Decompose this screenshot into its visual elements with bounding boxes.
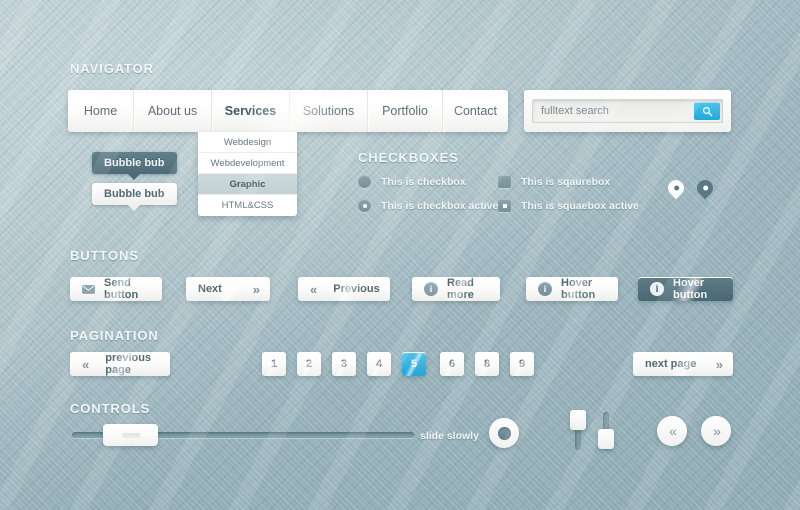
page-button-1[interactable]: 1 <box>262 352 286 376</box>
send-button[interactable]: Send button <box>70 277 162 301</box>
checkbox-dot-icon <box>502 203 507 208</box>
bubble-label: Bubble bub <box>104 188 165 200</box>
page-button-8[interactable]: 8 <box>475 352 499 376</box>
bubble-label: Bubble bub <box>104 157 165 169</box>
nav-item-services[interactable]: Services <box>212 90 290 132</box>
button-label: next page <box>645 358 697 370</box>
next-button[interactable]: Next » <box>186 277 270 301</box>
envelope-icon <box>82 284 95 294</box>
nav-item-label: Home <box>83 104 118 118</box>
nav-item-home[interactable]: Home <box>68 90 134 132</box>
knob-inner <box>497 426 511 440</box>
ui-kit-canvas: NAVIGATOR Home About us Services Solutio… <box>0 0 800 510</box>
button-label: Previous <box>333 283 380 295</box>
info-icon: i <box>650 282 664 296</box>
page-button-2[interactable]: 2 <box>297 352 321 376</box>
chevron-right-double-icon: » <box>713 423 721 439</box>
search-panel <box>524 90 731 132</box>
chevron-left-double-icon: « <box>310 281 317 297</box>
circular-knob-control[interactable] <box>489 418 519 448</box>
section-heading-controls: CONTROLS <box>70 401 151 416</box>
map-pin-dark-icon[interactable] <box>693 176 717 200</box>
section-heading-pagination: PAGINATION <box>70 328 159 343</box>
nav-item-portfolio[interactable]: Portfolio <box>368 90 443 132</box>
checkbox-label: This is checkbox active <box>381 199 499 212</box>
round-previous-button[interactable]: « <box>657 416 687 446</box>
hover-button-light[interactable]: i Hover button <box>526 277 618 301</box>
read-more-button[interactable]: i Read more <box>412 277 500 301</box>
page-button-6[interactable]: 6 <box>440 352 464 376</box>
nav-item-label: Solutions <box>302 104 355 118</box>
button-label: Hover button <box>561 277 596 301</box>
dropdown-item-html-css[interactable]: HTML&CSS <box>198 195 297 216</box>
dropdown-item-webdevelopment[interactable]: Webdevelopment <box>198 153 297 174</box>
search-box <box>532 99 723 123</box>
checkbox-row-round-checked[interactable]: This is checkbox active <box>358 199 498 212</box>
checkbox-row-square-unchecked[interactable]: This is sqaurebox <box>498 175 610 188</box>
services-dropdown-menu: Webdesign Webdevelopment Graphic HTML&CS… <box>198 132 297 216</box>
nav-item-label: About us <box>147 104 198 118</box>
map-pin-core <box>672 184 680 192</box>
checkbox-round-checked-icon[interactable] <box>358 199 371 212</box>
next-page-button[interactable]: next page » <box>633 352 733 376</box>
button-label: Send button <box>104 277 139 301</box>
main-navigation-bar: Home About us Services Solutions Portfol… <box>68 90 508 132</box>
checkbox-row-square-checked[interactable]: This is squaebox active <box>498 199 639 212</box>
chevron-right-double-icon: » <box>715 356 723 372</box>
page-button-9[interactable]: 9 <box>510 352 534 376</box>
slider-label: slide slowly <box>420 430 479 442</box>
chevron-left-double-icon: « <box>669 423 677 439</box>
map-pin-core <box>701 184 709 192</box>
info-icon: i <box>424 282 438 296</box>
round-next-button[interactable]: » <box>701 416 731 446</box>
page-button-3[interactable]: 3 <box>332 352 356 376</box>
button-label: Hover button <box>673 277 708 301</box>
bubble-tail-icon <box>128 174 141 180</box>
page-button-4[interactable]: 4 <box>367 352 391 376</box>
nav-item-label: Services <box>224 104 277 118</box>
checkbox-dot-icon <box>362 203 367 208</box>
checkbox-square-icon[interactable] <box>498 175 511 188</box>
nav-item-contact[interactable]: Contact <box>443 90 508 132</box>
search-input[interactable] <box>541 105 671 117</box>
search-icon <box>702 106 712 116</box>
nav-item-label: Contact <box>453 104 498 118</box>
hover-button-dark[interactable]: i Hover button <box>638 277 733 301</box>
dropdown-item-webdesign[interactable]: Webdesign <box>198 132 297 153</box>
section-heading-checkboxes: CHECKBOXES <box>358 150 459 165</box>
tooltip-bubble-dark: Bubble bub <box>92 152 177 180</box>
checkbox-square-checked-icon[interactable] <box>498 199 511 212</box>
info-icon: i <box>538 282 552 296</box>
bubble-tail-icon <box>128 205 141 211</box>
nav-item-label: Portfolio <box>382 104 428 118</box>
vertical-slider-handle-right[interactable] <box>598 429 614 449</box>
slider-grip-icon <box>121 432 140 438</box>
nav-item-solutions[interactable]: Solutions <box>290 90 368 132</box>
checkbox-label: This is squaebox active <box>521 199 639 212</box>
previous-page-button[interactable]: « previous page <box>70 352 170 376</box>
checkbox-label: This is checkbox <box>381 175 466 188</box>
button-label: Read more <box>447 277 474 301</box>
section-heading-navigator: NAVIGATOR <box>70 61 154 76</box>
page-button-5-active[interactable]: 5 <box>402 352 426 376</box>
nav-item-about-us[interactable]: About us <box>134 90 212 132</box>
chevron-right-double-icon: » <box>252 281 260 297</box>
dropdown-item-graphic[interactable]: Graphic <box>198 174 297 195</box>
tooltip-bubble-light: Bubble bub <box>92 183 177 211</box>
search-button[interactable] <box>694 102 720 120</box>
checkbox-round-icon[interactable] <box>358 175 371 188</box>
button-label: Next <box>198 283 222 295</box>
section-heading-buttons: BUTTONS <box>70 248 139 263</box>
button-label: previous page <box>105 352 152 376</box>
horizontal-slider-handle[interactable] <box>103 424 158 446</box>
checkbox-label: This is sqaurebox <box>521 175 611 188</box>
map-pin-white-icon[interactable] <box>664 176 688 200</box>
vertical-slider-handle-left[interactable] <box>570 410 586 430</box>
chevron-left-double-icon: « <box>82 356 89 372</box>
previous-button[interactable]: « Previous <box>298 277 390 301</box>
checkbox-row-round-unchecked[interactable]: This is checkbox <box>358 175 466 188</box>
